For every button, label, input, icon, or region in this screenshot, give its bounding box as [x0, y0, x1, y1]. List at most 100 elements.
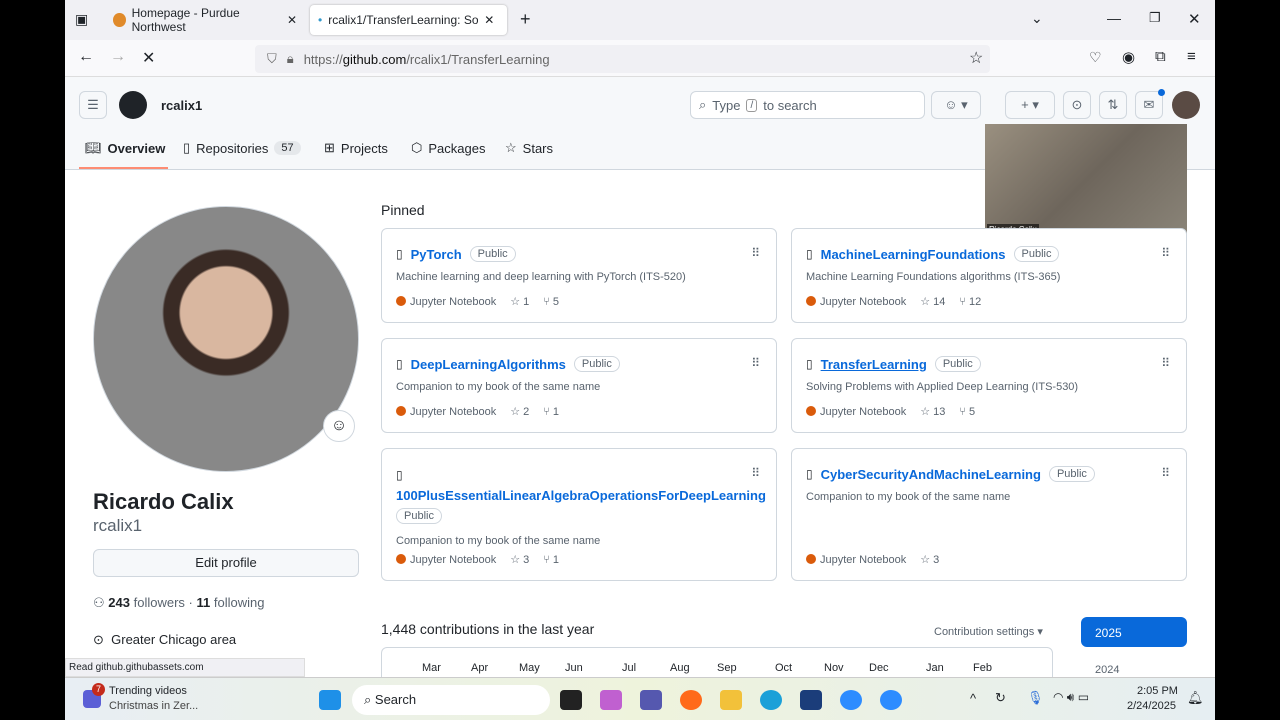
file-explorer-icon[interactable] [720, 690, 742, 710]
repo-meta: Jupyter Notebook ☆ 3 ⑂ 1 [396, 553, 559, 566]
followers-count[interactable]: 243 [108, 595, 130, 610]
forward-icon[interactable]: → [110, 48, 126, 66]
copilot-button[interactable]: ☺ ▾ [931, 91, 981, 119]
contribution-settings-button[interactable]: Contribution settings ▾ [934, 625, 1043, 638]
tab-list-icon[interactable]: ▣ [75, 11, 88, 28]
close-icon[interactable]: ✕ [484, 13, 494, 27]
repo-name-link[interactable]: PyTorch [411, 247, 462, 262]
repo-icon: ▯ [806, 357, 813, 371]
stars-link[interactable]: ☆ 13 [920, 405, 945, 418]
following-count[interactable]: 11 [196, 595, 210, 610]
set-status-emoji-icon[interactable]: ☺ [323, 410, 355, 442]
tab-stars[interactable]: ☆ Stars [505, 140, 553, 156]
forks-link[interactable]: ⑂ 1 [543, 406, 559, 418]
tab-purdue[interactable]: Homepage - Purdue Northwest ✕ [105, 5, 305, 35]
network-volume-icon[interactable]: ◠ 🔊︎ ▭ [1053, 690, 1089, 705]
taskbar-search[interactable]: ⌕ Search [352, 685, 550, 715]
create-new-button[interactable]: + ▾ [1005, 91, 1055, 119]
month-label: Aug [670, 662, 690, 674]
drag-handle-icon[interactable]: ⠿ [1161, 246, 1170, 260]
pocket-icon[interactable]: ♡ [1089, 49, 1102, 66]
new-tab-icon[interactable]: + [520, 9, 531, 30]
github-logo-icon[interactable] [119, 91, 147, 119]
teams-icon[interactable] [640, 690, 662, 710]
bookmark-star-icon[interactable]: ☆ [969, 48, 983, 68]
pinned-repo-card: ▯ MachineLearningFoundations Public ⠿ Ma… [791, 228, 1187, 323]
forks-link[interactable]: ⑂ 5 [959, 406, 975, 418]
pinned-repo-card: ▯ PyTorch Public ⠿ Machine learning and … [381, 228, 777, 323]
stars-link[interactable]: ☆ 3 [920, 553, 939, 566]
following-link[interactable]: following [214, 595, 265, 610]
clock-date[interactable]: 2/24/2025 [1127, 700, 1176, 712]
month-label: Jul [622, 662, 637, 674]
star-icon: ☆ [505, 140, 517, 155]
tab-packages[interactable]: ⬡ Packages [411, 140, 485, 156]
loading-icon: • [318, 13, 323, 27]
location-icon: ⊙ [93, 632, 104, 647]
minimize-icon[interactable]: — [1107, 10, 1121, 26]
copilot-icon[interactable] [600, 690, 622, 710]
tray-chevron-icon[interactable]: ^ [970, 691, 976, 706]
zoom-icon[interactable] [840, 690, 862, 710]
language: Jupyter Notebook [806, 553, 906, 566]
repo-icon: ▯ [806, 467, 813, 481]
edge-icon[interactable] [760, 690, 782, 710]
search-input[interactable]: ⌕ Type / to search [690, 91, 925, 119]
news-subtitle[interactable]: Christmas in Zer... [109, 700, 198, 712]
repo-name-link[interactable]: MachineLearningFoundations [821, 247, 1006, 262]
microphone-icon[interactable]: 🎙︎ [1027, 690, 1044, 706]
repo-name-link[interactable]: TransferLearning [821, 357, 927, 372]
close-window-icon[interactable]: ✕ [1188, 10, 1201, 28]
notifications-icon[interactable]: 🔔︎ [1187, 690, 1204, 706]
news-title[interactable]: Trending videos [109, 685, 187, 697]
zoom-icon[interactable] [880, 690, 902, 710]
restore-icon[interactable]: ❐ [1149, 10, 1161, 26]
tab-github[interactable]: • rcalix1/TransferLearning: Solvin ✕ [310, 5, 507, 35]
drag-handle-icon[interactable]: ⠿ [751, 466, 760, 480]
stars-link[interactable]: ☆ 14 [920, 295, 945, 308]
year-2025-button[interactable]: 2025 [1081, 617, 1187, 647]
store-icon[interactable] [800, 690, 822, 710]
drag-handle-icon[interactable]: ⠿ [1161, 356, 1170, 370]
chevron-down-icon[interactable]: ⌄ [1031, 10, 1043, 27]
video-overlay[interactable]: Ricardo Calix [985, 124, 1187, 237]
drag-handle-icon[interactable]: ⠿ [1161, 466, 1170, 480]
followers-link[interactable]: followers · [134, 595, 193, 610]
header-username[interactable]: rcalix1 [161, 98, 202, 113]
stop-icon[interactable]: ✕ [142, 48, 155, 68]
windows-start-icon[interactable] [319, 690, 341, 710]
back-icon[interactable]: ← [78, 48, 94, 66]
stars-link[interactable]: ☆ 3 [510, 553, 529, 566]
tab-projects[interactable]: ⊞ Projects [324, 140, 388, 156]
repo-name-link[interactable]: CyberSecurityAndMachineLearning [821, 467, 1041, 482]
extensions-icon[interactable]: ⧉ [1155, 48, 1166, 65]
close-icon[interactable]: ✕ [287, 13, 297, 27]
clock-time[interactable]: 2:05 PM [1137, 685, 1178, 697]
drag-handle-icon[interactable]: ⠿ [751, 246, 760, 260]
sync-icon[interactable]: ↻ [995, 690, 1006, 706]
pull-requests-icon[interactable]: ⇅ [1099, 91, 1127, 119]
tab-overview[interactable]: 📖︎ Overview [85, 140, 165, 156]
url-bar[interactable]: ⛉ 🔒︎ https://github.com/rcalix1/TransferLe… [255, 45, 990, 73]
repo-name-link[interactable]: DeepLearningAlgorithms [411, 357, 566, 372]
firefox-icon[interactable] [680, 690, 702, 710]
forks-link[interactable]: ⑂ 5 [543, 296, 559, 308]
hamburger-menu-button[interactable]: ☰ [79, 91, 107, 119]
issues-icon[interactable]: ⊙ [1063, 91, 1091, 119]
stars-link[interactable]: ☆ 1 [510, 295, 529, 308]
profile-avatar[interactable] [93, 206, 359, 472]
forks-link[interactable]: ⑂ 12 [959, 296, 981, 308]
tab-repositories[interactable]: ▯ Repositories 57 [183, 140, 301, 156]
account-icon[interactable]: ◉ [1122, 48, 1135, 66]
menu-icon[interactable]: ≡ [1187, 48, 1196, 65]
task-view-icon[interactable] [560, 690, 582, 710]
table-icon: ⊞ [324, 140, 335, 155]
repo-name-link[interactable]: 100PlusEssentialLinearAlgebraOperationsF… [396, 488, 766, 503]
drag-handle-icon[interactable]: ⠿ [751, 356, 760, 370]
forks-link[interactable]: ⑂ 1 [543, 554, 559, 566]
stars-link[interactable]: ☆ 2 [510, 405, 529, 418]
search-icon: ⌕ [699, 97, 707, 112]
year-2024-button[interactable]: 2024 [1095, 664, 1119, 676]
edit-profile-button[interactable]: Edit profile [93, 549, 359, 577]
avatar[interactable] [1172, 91, 1200, 119]
